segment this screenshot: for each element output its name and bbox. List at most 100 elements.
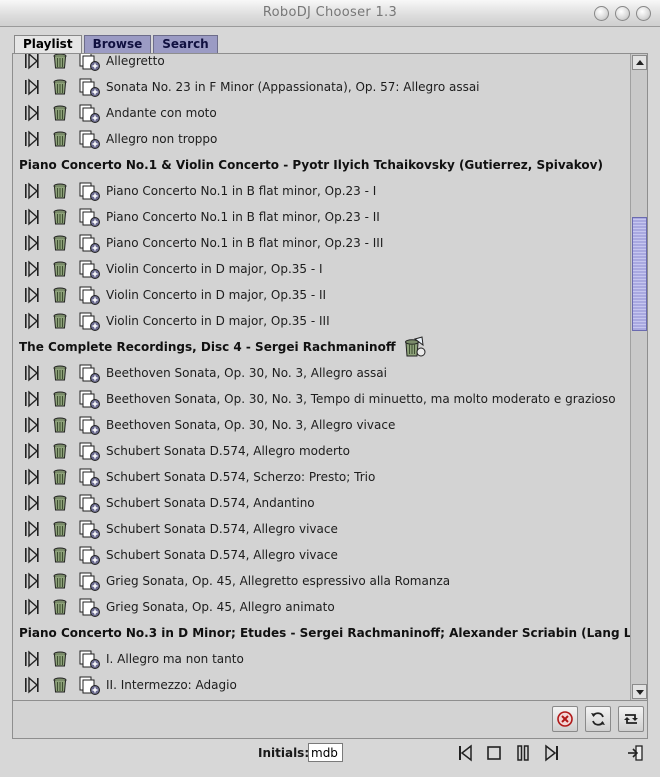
pause-button[interactable] [513,743,533,763]
scroll-thumb[interactable] [632,217,647,331]
add-after-icon[interactable] [79,182,101,201]
add-after-icon[interactable] [79,650,101,669]
tab-browse[interactable]: Browse [83,35,152,53]
add-after-icon[interactable] [79,494,101,513]
add-after-icon[interactable] [79,260,101,279]
play-track-icon[interactable] [23,390,41,408]
add-after-icon[interactable] [79,572,101,591]
track-row[interactable]: Schubert Sonata D.574, Allegro vivace [13,517,630,543]
play-track-icon[interactable] [23,182,41,200]
add-after-icon[interactable] [79,130,101,149]
play-track-icon[interactable] [23,416,41,434]
add-after-icon[interactable] [79,468,101,487]
add-after-icon[interactable] [79,546,101,565]
add-after-icon[interactable] [79,520,101,539]
add-after-icon[interactable] [79,54,101,71]
track-row[interactable]: Schubert Sonata D.574, Scherzo: Presto; … [13,465,630,491]
track-row[interactable]: Grieg Sonata, Op. 45, Allegretto espress… [13,569,630,595]
scroll-up-button[interactable] [632,55,647,70]
track-row[interactable]: Allegretto [13,54,630,75]
album-header-row[interactable]: Piano Concerto No.1 & Violin Concerto - … [13,153,630,179]
track-row[interactable]: Schubert Sonata D.574, Andantino [13,491,630,517]
initials-input[interactable] [308,743,343,762]
minimize-button[interactable] [594,6,609,21]
add-after-icon[interactable] [79,442,101,461]
tab-playlist[interactable]: Playlist [14,35,82,54]
trash-icon[interactable] [51,650,69,668]
track-row[interactable]: Schubert Sonata D.574, Allegro vivace [13,543,630,569]
clear-playlist-button[interactable] [552,706,578,732]
add-after-icon[interactable] [79,364,101,383]
track-row[interactable]: Piano Concerto No.1 in B flat minor, Op.… [13,231,630,257]
shuffle-button[interactable] [618,706,644,732]
trash-icon[interactable] [51,104,69,122]
add-after-icon[interactable] [79,104,101,123]
play-track-icon[interactable] [23,546,41,564]
vertical-scrollbar[interactable] [630,54,647,700]
next-button[interactable] [542,743,562,763]
track-row[interactable]: Piano Concerto No.1 in B flat minor, Op.… [13,179,630,205]
trash-icon[interactable] [51,494,69,512]
track-row[interactable]: Violin Concerto in D major, Op.35 - III [13,309,630,335]
trash-icon[interactable] [51,676,69,694]
trash-icon[interactable] [51,572,69,590]
add-after-icon[interactable] [79,390,101,409]
trash-icon[interactable] [51,546,69,564]
scroll-down-button[interactable] [632,684,647,699]
play-track-icon[interactable] [23,364,41,382]
play-track-icon[interactable] [23,78,41,96]
play-track-icon[interactable] [23,234,41,252]
play-track-icon[interactable] [23,208,41,226]
play-track-icon[interactable] [23,286,41,304]
exit-button[interactable] [626,743,646,763]
album-trash-icon[interactable] [402,336,426,358]
play-track-icon[interactable] [23,676,41,694]
trash-icon[interactable] [51,442,69,460]
trash-icon[interactable] [51,78,69,96]
play-track-icon[interactable] [23,130,41,148]
trash-icon[interactable] [51,390,69,408]
trash-icon[interactable] [51,520,69,538]
play-track-icon[interactable] [23,520,41,538]
trash-icon[interactable] [51,312,69,330]
track-row[interactable]: I. Allegro ma non tanto [13,647,630,673]
add-after-icon[interactable] [79,208,101,227]
track-row[interactable]: Allegro non troppo [13,127,630,153]
trash-icon[interactable] [51,416,69,434]
track-row[interactable]: Piano Concerto No.1 in B flat minor, Op.… [13,205,630,231]
playlist-list[interactable]: Allegretto Sonata No. 23 in F Minor (Appa… [13,54,630,700]
track-row[interactable]: Sonata No. 23 in F Minor (Appassionata),… [13,75,630,101]
close-window-button[interactable] [636,6,651,21]
trash-icon[interactable] [51,234,69,252]
play-track-icon[interactable] [23,494,41,512]
track-row[interactable]: Andante con moto [13,101,630,127]
track-row[interactable]: Beethoven Sonata, Op. 30, No. 3, Tempo d… [13,387,630,413]
play-track-icon[interactable] [23,312,41,330]
album-header-row[interactable]: The Complete Recordings, Disc 4 - Sergei… [13,335,630,361]
track-row[interactable]: Violin Concerto in D major, Op.35 - I [13,257,630,283]
tab-search[interactable]: Search [153,35,218,53]
add-after-icon[interactable] [79,312,101,331]
trash-icon[interactable] [51,54,69,70]
trash-icon[interactable] [51,468,69,486]
add-after-icon[interactable] [79,598,101,617]
play-track-icon[interactable] [23,468,41,486]
trash-icon[interactable] [51,286,69,304]
track-row[interactable]: Violin Concerto in D major, Op.35 - II [13,283,630,309]
track-row[interactable]: II. Intermezzo: Adagio [13,673,630,699]
track-row[interactable]: Schubert Sonata D.574, Allegro moderto [13,439,630,465]
trash-icon[interactable] [51,598,69,616]
maximize-button[interactable] [615,6,630,21]
track-row[interactable]: Beethoven Sonata, Op. 30, No. 3, Allegro… [13,361,630,387]
play-track-icon[interactable] [23,650,41,668]
trash-icon[interactable] [51,208,69,226]
play-track-icon[interactable] [23,54,41,70]
refresh-button[interactable] [585,706,611,732]
play-track-icon[interactable] [23,104,41,122]
play-track-icon[interactable] [23,442,41,460]
album-header-row[interactable]: Piano Concerto No.3 in D Minor; Etudes -… [13,621,630,647]
add-after-icon[interactable] [79,416,101,435]
play-track-icon[interactable] [23,260,41,278]
add-after-icon[interactable] [79,676,101,695]
trash-icon[interactable] [51,130,69,148]
